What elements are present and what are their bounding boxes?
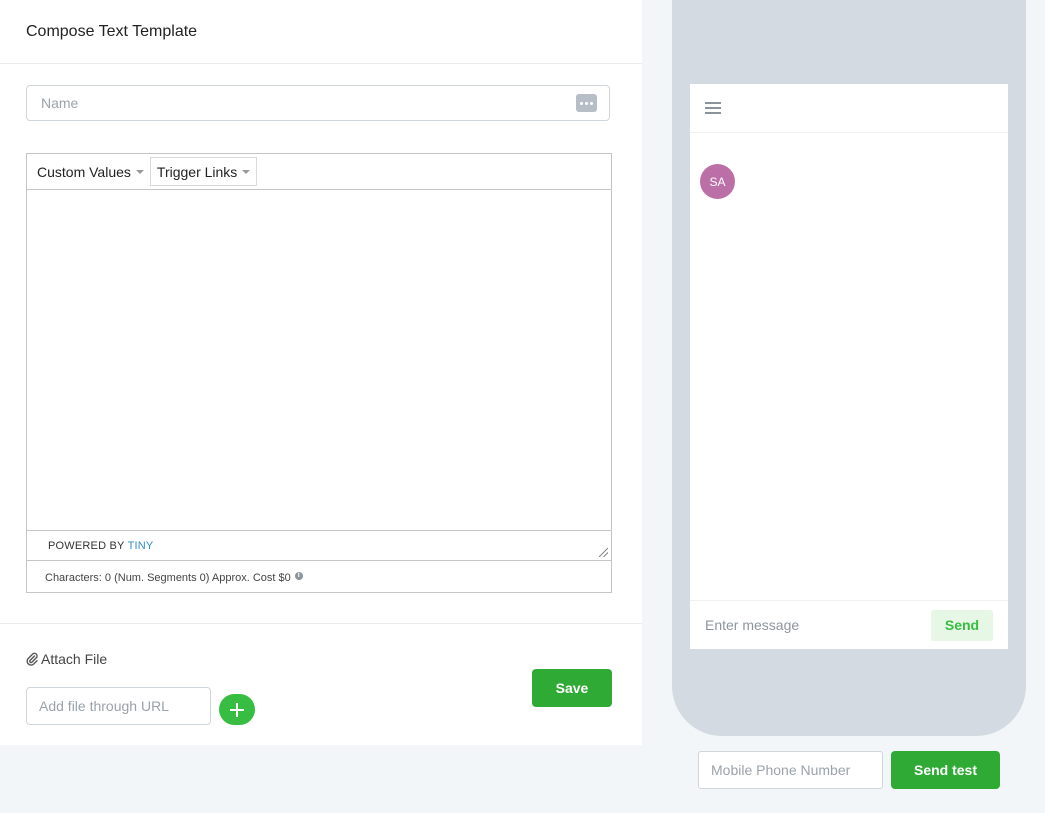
mobile-phone-input[interactable]: [698, 751, 883, 789]
attach-file-label: Attach File: [26, 651, 107, 667]
custom-values-dropdown[interactable]: Custom Values: [31, 157, 150, 186]
add-file-button[interactable]: [219, 694, 255, 725]
send-button[interactable]: Send: [931, 609, 993, 641]
phone-screen: SA Send: [690, 84, 1008, 649]
info-icon[interactable]: i: [294, 571, 303, 580]
attach-file-text: Attach File: [41, 651, 108, 667]
message-bar: Send: [690, 600, 1008, 649]
custom-values-label: Custom Values: [37, 163, 131, 180]
plus-icon: [230, 702, 244, 717]
powered-by-text: POWERED BY: [48, 539, 125, 552]
rich-text-editor: Custom Values Trigger Links POWERED BY T…: [26, 153, 612, 593]
character-counter: Characters: 0 (Num. Segments 0) Approx. …: [27, 561, 611, 594]
paperclip-icon: [26, 652, 38, 666]
chevron-down-icon: [135, 169, 144, 174]
trigger-links-label: Trigger Links: [156, 163, 238, 180]
compose-panel: Compose Text Template Custom Values Trig…: [0, 0, 642, 745]
avatar: SA: [700, 164, 735, 199]
file-url-input[interactable]: [26, 687, 211, 725]
section-divider: [0, 623, 642, 624]
chevron-down-icon: [242, 169, 251, 174]
name-field[interactable]: [26, 85, 610, 121]
editor-content-area[interactable]: [27, 190, 611, 530]
panel-header: Compose Text Template: [0, 0, 642, 64]
message-input[interactable]: [690, 616, 931, 634]
chat-header: [690, 84, 1008, 133]
editor-statusbar: POWERED BY TINY: [27, 530, 611, 561]
editor-toolbar: Custom Values Trigger Links: [27, 154, 611, 190]
page-title: Compose Text Template: [26, 22, 198, 40]
save-button[interactable]: Save: [532, 669, 612, 707]
tiny-link[interactable]: TINY: [128, 540, 154, 552]
hamburger-menu-icon[interactable]: [705, 102, 721, 114]
ellipsis-icon[interactable]: [576, 94, 597, 112]
trigger-links-dropdown[interactable]: Trigger Links: [149, 157, 258, 186]
character-stats: Characters: 0 (Num. Segments 0) Approx. …: [45, 571, 291, 584]
name-input[interactable]: [39, 94, 576, 112]
send-test-button[interactable]: Send test: [891, 751, 1000, 789]
resize-handle-icon[interactable]: [599, 548, 608, 557]
